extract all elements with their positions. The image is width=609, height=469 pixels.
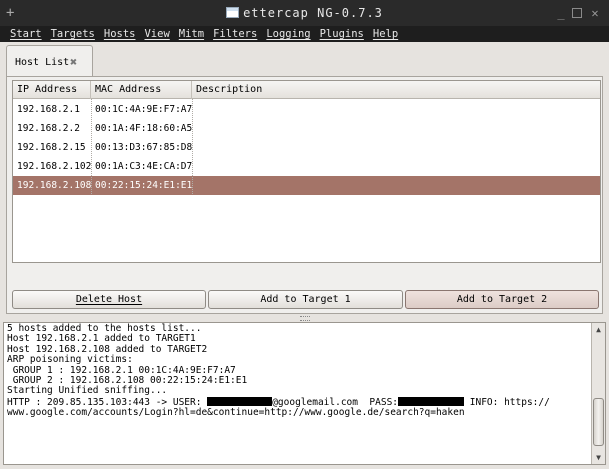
ettercap-window: + ettercap NG-0.7.3 _ ✕ Start Targets Host… bbox=[0, 0, 609, 469]
log-text: 5 hosts added to the hosts list... Host 1… bbox=[7, 323, 589, 419]
cell-mac: 00:1A:4F:18:60:A5 bbox=[95, 123, 193, 134]
menu-targets[interactable]: Targets bbox=[51, 26, 95, 42]
menu-bar: Start Targets Hosts View Mitm Filters Logging P… bbox=[0, 26, 609, 42]
scroll-up-icon[interactable]: ▲ bbox=[594, 325, 603, 334]
table-row[interactable]: 192.168.2.2 00:1A:4F:18:60:A5 bbox=[13, 119, 600, 138]
cell-mac: 00:22:15:24:E1:E1 bbox=[95, 180, 193, 191]
table-header: IP Address MAC Address Description bbox=[13, 81, 600, 99]
table-row[interactable]: 192.168.2.15 00:13:D3:67:85:D8 bbox=[13, 138, 600, 157]
scroll-down-icon[interactable]: ▼ bbox=[594, 453, 603, 462]
pane-resize-handle[interactable] bbox=[300, 316, 310, 321]
menu-start[interactable]: Start bbox=[10, 26, 42, 42]
column-divider bbox=[91, 99, 92, 194]
menu-logging[interactable]: Logging bbox=[266, 26, 310, 42]
redacted-username bbox=[207, 396, 273, 406]
tab-close-icon[interactable]: ✖ bbox=[70, 56, 82, 68]
log-line: www.google.com/accounts/Login?hl=de&cont… bbox=[7, 407, 465, 419]
menu-mitm[interactable]: Mitm bbox=[179, 26, 204, 42]
redacted-password bbox=[398, 396, 465, 406]
table-row-selected[interactable]: 192.168.2.108 00:22:15:24:E1:E1 bbox=[13, 176, 600, 195]
title-bar: + ettercap NG-0.7.3 _ ✕ bbox=[0, 0, 609, 26]
close-icon[interactable]: ✕ bbox=[589, 7, 601, 19]
cell-ip: 192.168.2.2 bbox=[17, 123, 80, 134]
menu-plugins[interactable]: Plugins bbox=[320, 26, 364, 42]
column-header-mac[interactable]: MAC Address bbox=[91, 81, 192, 99]
add-to-target-1-label: Add to Target 1 bbox=[260, 294, 351, 305]
cell-mac: 00:1C:4A:9E:F7:A7 bbox=[95, 104, 193, 115]
menu-help[interactable]: Help bbox=[373, 26, 398, 42]
add-to-target-2-button[interactable]: Add to Target 2 bbox=[405, 290, 599, 309]
add-to-target-2-label: Add to Target 2 bbox=[456, 294, 548, 305]
column-header-description[interactable]: Description bbox=[192, 81, 600, 99]
minimize-icon[interactable]: _ bbox=[555, 7, 567, 19]
cell-mac: 00:13:D3:67:85:D8 bbox=[95, 142, 193, 153]
cell-mac: 00:1A:C3:4E:CA:D7 bbox=[95, 161, 193, 172]
log-console[interactable]: 5 hosts added to the hosts list... Host 1… bbox=[3, 322, 606, 465]
menu-hosts[interactable]: Hosts bbox=[104, 26, 136, 42]
menu-filters[interactable]: Filters bbox=[213, 26, 257, 42]
menu-view[interactable]: View bbox=[144, 26, 169, 42]
log-line: Starting Unified sniffing... bbox=[7, 385, 168, 397]
http-info: INFO: https:// bbox=[464, 396, 550, 408]
cell-ip: 192.168.2.15 bbox=[17, 142, 86, 153]
tab-host-list[interactable]: Host List ✖ bbox=[6, 45, 93, 77]
cell-ip: 192.168.2.108 bbox=[17, 180, 92, 191]
delete-host-label: Delete Host bbox=[75, 294, 143, 305]
cell-ip: 192.168.2.102 bbox=[17, 161, 92, 172]
host-table: IP Address MAC Address Description 192.1… bbox=[12, 80, 601, 263]
http-user-suffix: @googlemail.com PASS: bbox=[272, 396, 399, 408]
maximize-icon[interactable] bbox=[572, 8, 582, 18]
http-prefix: HTTP : 209.85.135.103:443 -> USER: bbox=[7, 396, 208, 408]
cell-ip: 192.168.2.1 bbox=[17, 104, 80, 115]
column-header-ip[interactable]: IP Address bbox=[13, 81, 91, 99]
log-scrollbar[interactable]: ▲ ▼ bbox=[591, 323, 605, 464]
app-icon bbox=[226, 7, 240, 18]
tab-strip: Host List ✖ bbox=[0, 42, 609, 77]
delete-host-button[interactable]: Delete Host bbox=[12, 290, 206, 309]
scroll-thumb[interactable] bbox=[593, 398, 604, 446]
host-list-panel: IP Address MAC Address Description 192.1… bbox=[6, 76, 603, 314]
window-title: ettercap NG-0.7.3 bbox=[243, 6, 383, 20]
column-divider bbox=[192, 99, 193, 194]
add-to-target-1-button[interactable]: Add to Target 1 bbox=[208, 290, 403, 309]
tab-label: Host List bbox=[15, 57, 70, 68]
table-row[interactable]: 192.168.2.102 00:1A:C3:4E:CA:D7 bbox=[13, 157, 600, 176]
table-row[interactable]: 192.168.2.1 00:1C:4A:9E:F7:A7 bbox=[13, 100, 600, 119]
